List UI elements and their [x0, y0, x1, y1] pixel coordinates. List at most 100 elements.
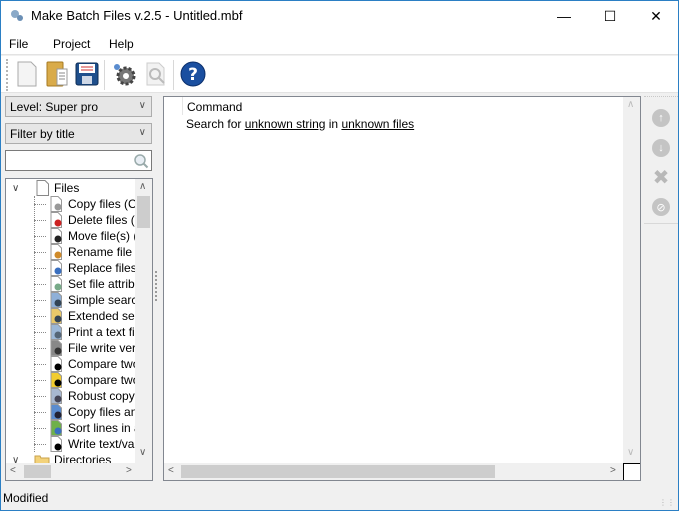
chevron-down-icon: ∨ [138, 100, 146, 111]
move-up-button[interactable]: ↑ [652, 109, 670, 127]
tree-item-label: Delete files (D [68, 213, 144, 227]
minimize-button[interactable]: — [541, 1, 587, 31]
column-header-command[interactable]: Command [187, 100, 242, 114]
preview-search-icon [146, 62, 165, 86]
tree-connector [34, 252, 46, 253]
param-link-string[interactable]: unknown string [245, 117, 326, 131]
help-icon: ? [180, 61, 206, 87]
copy-files-icon [48, 196, 64, 212]
disable-button[interactable]: ⊘ [652, 198, 670, 216]
tree-item[interactable]: Copy files (CO [34, 196, 146, 212]
tree-item-label: Simple search [68, 293, 145, 307]
maximize-button[interactable]: ☐ [587, 1, 633, 31]
scroll-thumb[interactable] [181, 465, 495, 478]
tree-item-label: Set file attribu [68, 277, 142, 291]
save-button[interactable] [73, 60, 101, 88]
tree-item[interactable]: Move file(s) ( [34, 228, 138, 244]
resize-grip-icon[interactable]: ⋮⋮ [659, 498, 675, 507]
panel-splitter[interactable] [155, 271, 158, 301]
toolbar-grip[interactable] [6, 59, 8, 91]
level-select[interactable]: Level: Super pro ∨ [5, 96, 152, 117]
close-button[interactable]: ✕ [633, 1, 679, 31]
move-down-button[interactable]: ↓ [652, 139, 670, 157]
new-button[interactable] [13, 60, 41, 88]
chevron-down-icon: ∨ [138, 127, 146, 138]
tree-item[interactable]: Print a text fil [34, 324, 138, 340]
print-icon [48, 324, 64, 340]
tree-item[interactable]: Sort lines in a [34, 420, 141, 436]
tree-item[interactable]: Delete files (D [34, 212, 144, 228]
scroll-up-icon[interactable]: ∧ [627, 99, 634, 110]
side-action-bar: ↑ ↓ ✖ ⊘ [644, 96, 678, 224]
tree-item[interactable]: Set file attribu [34, 276, 142, 292]
write-text-icon [48, 436, 64, 452]
toolbar: ? [1, 56, 678, 93]
tree-connector [34, 364, 46, 365]
tree-item[interactable]: Simple search [34, 292, 145, 308]
scroll-left-icon[interactable]: < [10, 465, 16, 476]
tree-connector [34, 380, 46, 381]
open-file-icon [46, 61, 68, 87]
menu-bar: File Project Help [1, 31, 678, 55]
tree-item[interactable]: Copy files and [34, 404, 144, 420]
tree-item-label: Move file(s) ( [68, 229, 138, 243]
scroll-down-icon[interactable]: ∨ [627, 447, 634, 458]
tree-item-label: Compare two [68, 357, 140, 371]
tree-item[interactable]: File write veri [34, 340, 139, 356]
main-vertical-scrollbar[interactable]: ∧ ∨ [623, 97, 640, 463]
scroll-left-icon[interactable]: < [168, 465, 174, 476]
toolbar-separator [173, 60, 174, 90]
command-tree: ∨ Files Copy files (CO Delete files (D Mov… [5, 178, 153, 481]
tree-item[interactable]: Compare two [34, 372, 139, 388]
menu-file[interactable]: File [9, 37, 28, 51]
search-input[interactable] [5, 150, 152, 171]
move-file-icon [48, 228, 64, 244]
scroll-up-icon[interactable]: ∧ [139, 181, 146, 192]
window-title: Make Batch Files v.2.5 - Untitled.mbf [31, 8, 243, 23]
tree-connector [34, 396, 46, 397]
tree-item[interactable]: Replace files [34, 260, 137, 276]
save-file-icon [75, 62, 99, 86]
scroll-right-icon[interactable]: > [126, 465, 132, 476]
tree-item[interactable]: Rename file ( [34, 244, 140, 260]
scroll-thumb[interactable] [24, 465, 51, 478]
collapse-icon[interactable]: ∨ [12, 183, 24, 194]
tree-vertical-scrollbar[interactable]: ∧ ∨ [135, 179, 152, 463]
tree-item[interactable]: Extended sea [34, 308, 141, 324]
open-button[interactable] [43, 60, 71, 88]
arrow-up-icon: ↑ [658, 112, 664, 124]
menu-project[interactable]: Project [53, 37, 90, 51]
filter-select[interactable]: Filter by title ∨ [5, 123, 152, 144]
help-button[interactable]: ? [179, 60, 207, 88]
search-icon[interactable] [133, 153, 149, 169]
tree-node-files[interactable]: ∨ Files [12, 180, 79, 196]
status-bar: Modified ⋮⋮ [1, 486, 678, 510]
compare-icon [48, 356, 64, 372]
command-row[interactable]: Search for unknown string in unknown fil… [186, 117, 414, 131]
tree-connector [34, 236, 46, 237]
tree-connector [34, 220, 46, 221]
scroll-down-icon[interactable]: ∨ [139, 447, 146, 458]
tree-connector [34, 268, 46, 269]
scroll-right-icon[interactable]: > [610, 465, 616, 476]
tree-horizontal-scrollbar[interactable]: < > [6, 463, 152, 480]
delete-button[interactable]: ✖ [652, 167, 670, 189]
tree-item-label: Rename file ( [68, 245, 140, 259]
preview-button[interactable] [142, 60, 170, 88]
robust-copy-icon [48, 388, 64, 404]
tree-item[interactable]: Robust copy [34, 388, 135, 404]
tree-item[interactable]: Write text/va [34, 436, 134, 452]
tree-item-label: Sort lines in a [68, 421, 141, 435]
filter-select-value: Filter by title [10, 127, 75, 141]
param-link-files[interactable]: unknown files [341, 117, 414, 131]
settings-gear-icon [114, 64, 136, 86]
command-list[interactable]: Command Search for unknown string in unk… [163, 96, 641, 481]
scroll-thumb[interactable] [137, 196, 150, 228]
menu-help[interactable]: Help [109, 37, 134, 51]
main-horizontal-scrollbar[interactable]: < > [164, 463, 623, 480]
settings-button[interactable] [110, 60, 138, 88]
tree-item-label: Print a text fil [68, 325, 138, 339]
tree-item[interactable]: Compare two [34, 356, 140, 372]
level-select-value: Level: Super pro [10, 100, 99, 114]
tree-connector-line [34, 196, 35, 452]
